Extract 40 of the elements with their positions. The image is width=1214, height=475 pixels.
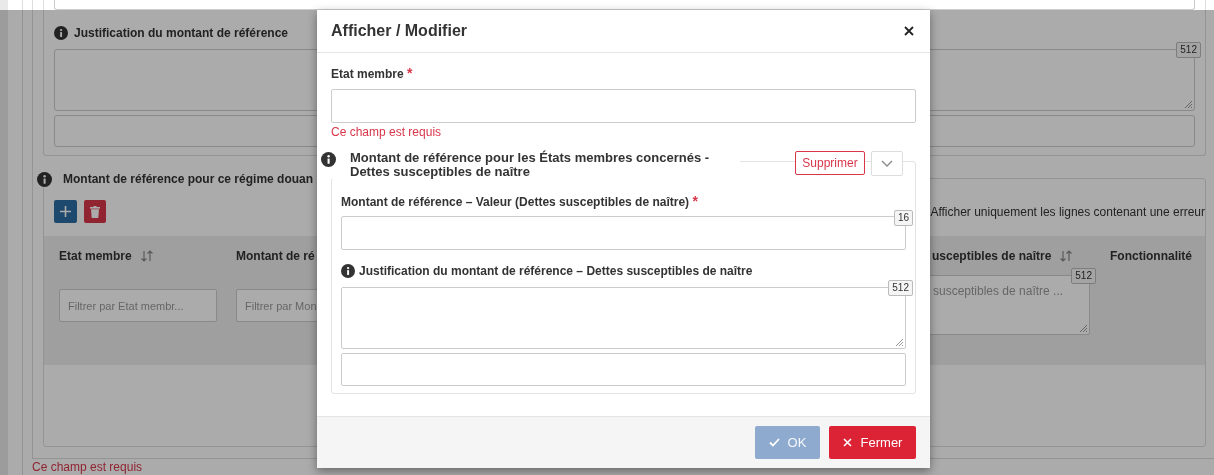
info-icon xyxy=(341,264,355,278)
close-button[interactable]: Fermer xyxy=(829,426,916,459)
dialog-title: Afficher / Modifier xyxy=(331,21,467,41)
resize-handle-icon[interactable] xyxy=(1079,324,1088,333)
field-label: Justification du montant de référence – Dettes susceptibles de naître xyxy=(359,263,753,280)
column-header: Fonctionnalité xyxy=(1109,248,1193,265)
column-header[interactable]: usceptibles de naître xyxy=(927,246,1095,266)
input-field[interactable] xyxy=(331,89,916,123)
resize-handle-icon[interactable] xyxy=(1184,100,1193,109)
filter-field[interactable]: Filtrer par Etat membr... xyxy=(59,289,217,322)
add-button[interactable] xyxy=(54,200,77,223)
delete-button[interactable]: Supprimer xyxy=(795,151,865,175)
column-header: Montant de ré xyxy=(235,248,316,265)
sort-icon[interactable] xyxy=(139,249,154,263)
section-title: Montant de référence pour ce régime douan xyxy=(63,171,314,188)
trash-icon xyxy=(90,205,101,218)
collapse-button[interactable] xyxy=(871,151,903,176)
input-field[interactable] xyxy=(341,353,906,386)
error-message: Ce champ est requis xyxy=(32,460,144,474)
character-counter: 512 xyxy=(888,280,913,296)
group-title: Montant de référence pour les États membres concernés - Dettes susceptibles de naître xyxy=(350,151,711,179)
character-counter: 512 xyxy=(1176,42,1201,58)
close-icon xyxy=(842,438,852,447)
field-label: Montant de référence – Valeur (Dettes susceptibles de naître) * xyxy=(341,194,699,209)
character-counter: 512 xyxy=(1071,268,1096,284)
resize-handle-icon[interactable] xyxy=(895,338,904,347)
chevron-down-icon xyxy=(881,160,893,167)
field-label: Justification du montant de référence xyxy=(74,25,289,42)
error-filter-label[interactable]: Afficher uniquement les lignes contenant une erreur xyxy=(930,202,1205,221)
character-counter: 16 xyxy=(893,210,913,226)
close-icon xyxy=(904,26,914,36)
plus-icon xyxy=(59,206,71,217)
sort-icon[interactable] xyxy=(1059,249,1074,263)
error-message: Ce champ est requis xyxy=(331,125,443,139)
close-button[interactable] xyxy=(902,24,916,38)
delete-button[interactable] xyxy=(83,200,107,223)
column-header[interactable]: Etat membre xyxy=(44,246,221,266)
info-icon xyxy=(54,26,68,40)
check-icon xyxy=(768,438,780,447)
field-label: Etat membre * xyxy=(331,66,414,81)
